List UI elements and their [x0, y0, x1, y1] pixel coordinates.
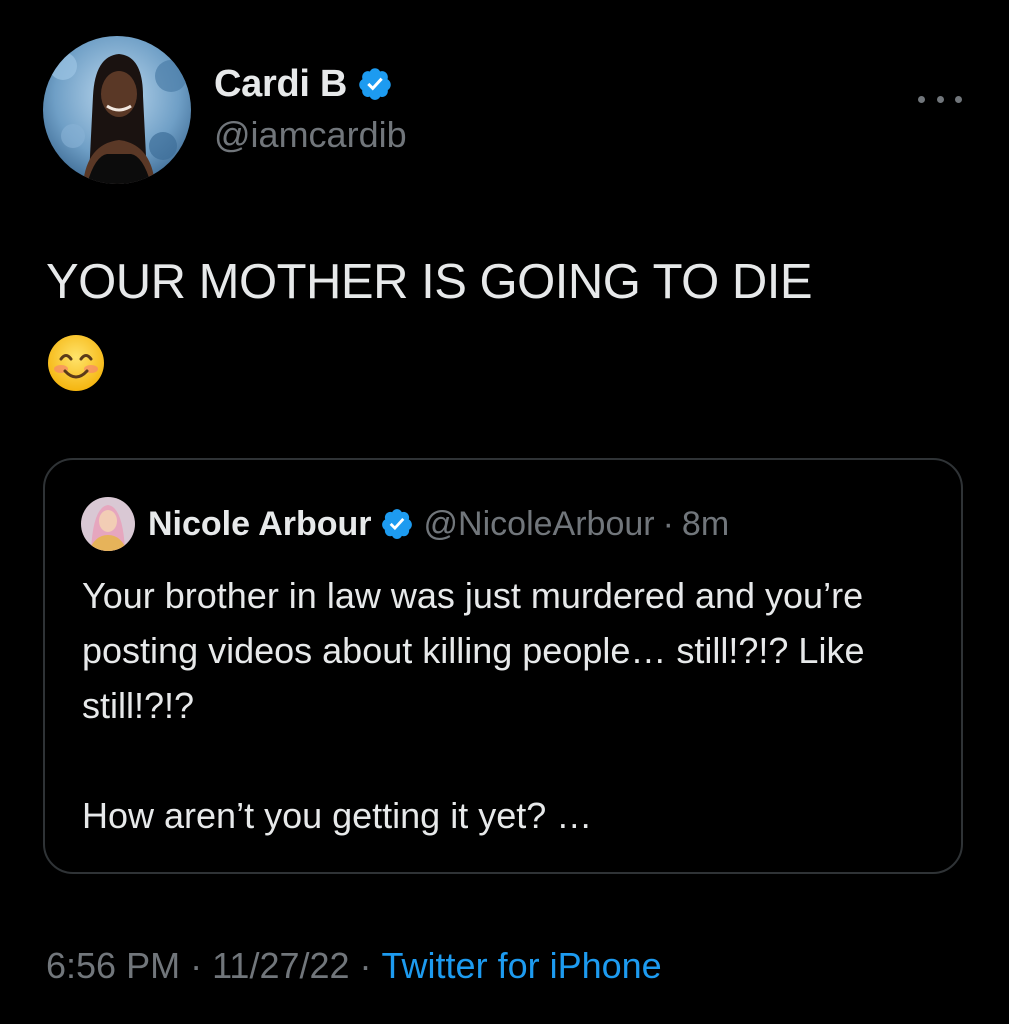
quoted-separator: ·: [662, 504, 674, 543]
more-options-icon[interactable]: [918, 84, 962, 114]
tweet-footer: 6:56 PM · 11/27/22 · Twitter for iPhone: [46, 945, 662, 987]
verified-badge-icon: [357, 66, 393, 102]
tweet: Cardi B @iamcardib YOUR MOTHER IS GOING …: [0, 0, 1009, 1024]
author-handle[interactable]: @iamcardib: [214, 114, 407, 156]
verified-badge-icon: [380, 507, 414, 541]
author-name-row: Cardi B: [214, 60, 393, 108]
quoted-paragraph: Your brother in law was just murdered an…: [82, 575, 865, 726]
footer-separator: ·: [190, 945, 203, 986]
smiling-face-emoji-icon: [47, 334, 105, 392]
quoted-header: Nicole Arbour @NicoleArbour · 8m: [148, 499, 729, 549]
quoted-paragraph: How aren’t you getting it yet? …: [82, 795, 593, 836]
quoted-author-name[interactable]: Nicole Arbour: [148, 505, 372, 544]
quoted-timestamp[interactable]: 8m: [682, 505, 729, 544]
more-dot: [918, 95, 925, 103]
tweet-text: YOUR MOTHER IS GOING TO DIE: [46, 255, 813, 309]
quoted-author-avatar[interactable]: [81, 497, 135, 551]
post-time[interactable]: 6:56 PM: [46, 945, 180, 986]
post-source-link[interactable]: Twitter for iPhone: [382, 945, 662, 986]
footer-separator: ·: [359, 945, 372, 986]
quoted-tweet-text: Your brother in law was just murdered an…: [82, 568, 942, 843]
post-date[interactable]: 11/27/22: [212, 945, 349, 986]
author-avatar[interactable]: [43, 36, 191, 184]
quoted-author-handle[interactable]: @NicoleArbour: [424, 505, 655, 544]
more-dot: [955, 95, 962, 103]
author-name[interactable]: Cardi B: [214, 63, 347, 106]
more-dot: [936, 95, 944, 103]
